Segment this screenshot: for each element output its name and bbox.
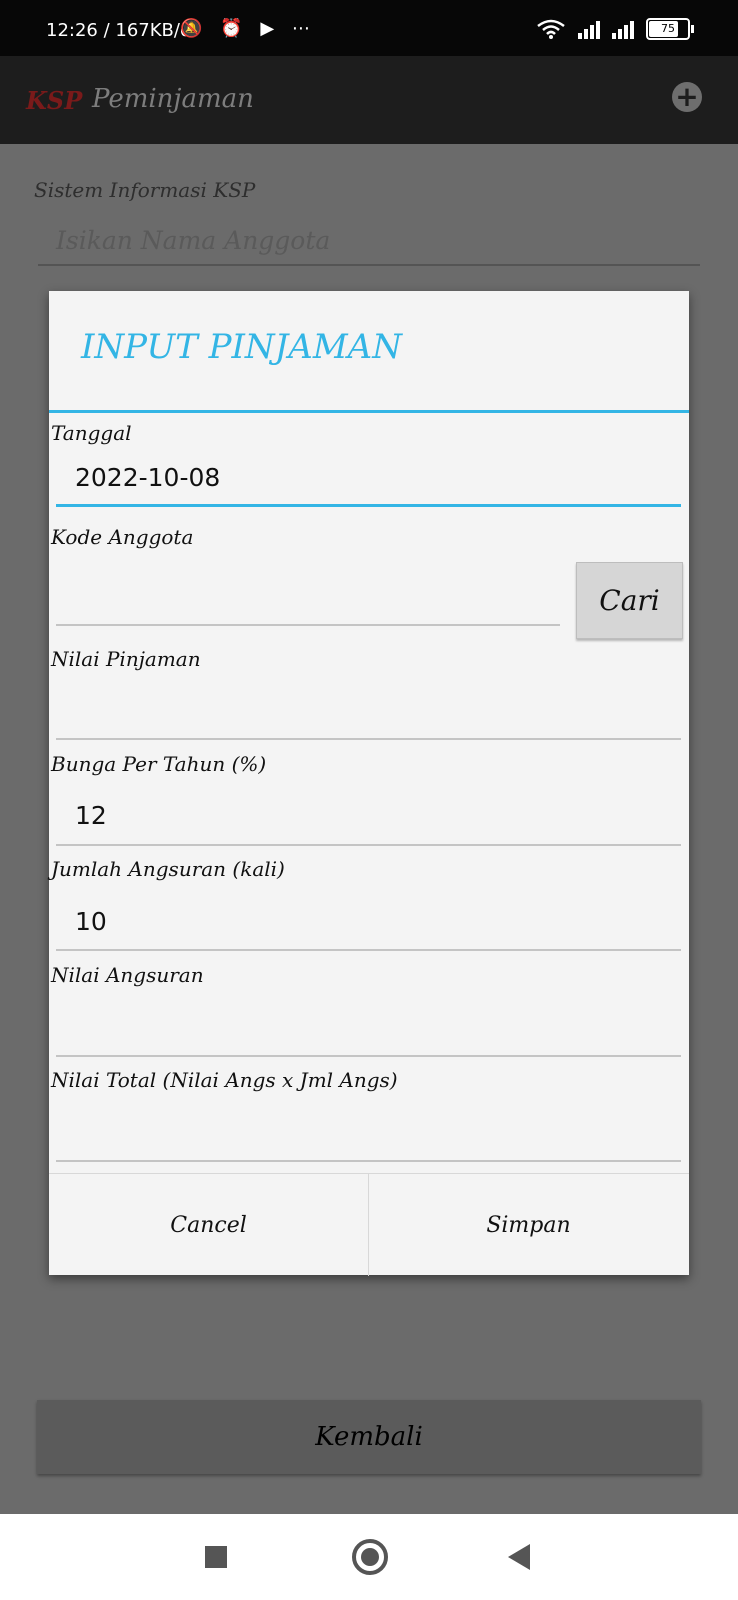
installment-amount-label: Nilai Angsuran — [51, 963, 204, 987]
dialog-title: INPUT PINJAMAN — [81, 327, 402, 367]
date-field-underline — [56, 504, 681, 507]
recents-icon[interactable] — [205, 1546, 227, 1568]
alarm-icon: ⏰ — [220, 18, 249, 39]
home-icon[interactable] — [352, 1539, 388, 1575]
back-icon[interactable] — [508, 1544, 530, 1570]
dialog-button-bar: Cancel Simpan — [49, 1173, 689, 1276]
date-label: Tanggal — [51, 421, 132, 445]
date-field[interactable]: 2022-10-08 — [75, 463, 220, 492]
mute-icon: 🔕 — [180, 18, 209, 39]
app-logo: KSP — [26, 86, 83, 115]
installment-count-label: Jumlah Angsuran (kali) — [51, 857, 285, 881]
play-icon: ▶ — [260, 18, 281, 39]
more-notifications-icon: ⋯ — [291, 18, 316, 39]
interest-label: Bunga Per Tahun (%) — [51, 752, 267, 776]
back-button[interactable]: Kembali — [37, 1400, 701, 1474]
notification-icons: 🔕 ⏰ ▶ ⋯ — [180, 18, 316, 39]
total-underline — [56, 1160, 681, 1162]
member-code-underline — [56, 624, 560, 626]
status-time: 12:26 / 167KB/d — [46, 20, 192, 41]
add-icon[interactable]: + — [672, 82, 702, 112]
wifi-icon — [537, 19, 565, 39]
loan-amount-underline — [56, 738, 681, 740]
installment-count-underline — [56, 949, 681, 951]
member-code-label: Kode Anggota — [51, 525, 194, 549]
app-bar: KSP Peminjaman + — [0, 56, 738, 144]
member-search-input[interactable]: Isikan Nama Anggota — [38, 220, 700, 266]
navigation-bar — [0, 1514, 738, 1600]
installment-amount-underline — [56, 1055, 681, 1057]
input-loan-dialog: INPUT PINJAMAN Tanggal 2022-10-08 Kode A… — [49, 291, 689, 1276]
app-title: Peminjaman — [92, 84, 254, 114]
cancel-button[interactable]: Cancel — [49, 1174, 369, 1276]
interest-underline — [56, 844, 681, 846]
total-label: Nilai Total (Nilai Angs x Jml Angs) — [51, 1068, 398, 1092]
battery-icon: 75 — [646, 18, 694, 40]
search-member-button[interactable]: Cari — [576, 562, 683, 639]
signal-icon-2 — [612, 19, 634, 39]
installment-count-field[interactable]: 10 — [75, 907, 107, 936]
title-divider — [49, 410, 689, 413]
loan-amount-label: Nilai Pinjaman — [51, 647, 201, 671]
save-button[interactable]: Simpan — [369, 1174, 688, 1276]
app-subtitle: Sistem Informasi KSP — [34, 178, 256, 202]
signal-icon — [578, 19, 600, 39]
search-placeholder: Isikan Nama Anggota — [56, 226, 331, 255]
status-bar: 12:26 / 167KB/d 🔕 ⏰ ▶ ⋯ 75 — [0, 0, 738, 56]
battery-level: 75 — [661, 22, 675, 35]
interest-field[interactable]: 12 — [75, 801, 107, 830]
